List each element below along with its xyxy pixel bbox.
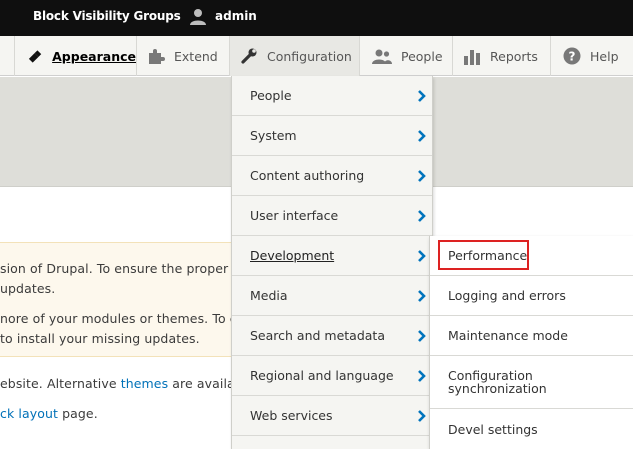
- chevron-right-icon: [418, 410, 426, 422]
- people-icon: [372, 49, 392, 64]
- submenu-item-label: Devel settings: [448, 421, 538, 437]
- submenu-item-label: Maintenance mode: [448, 328, 568, 343]
- tab-configuration-label: Configuration: [267, 48, 352, 64]
- tab-appearance-label: Appearance: [52, 48, 136, 64]
- message-line-1: sion of Drupal. To ensure the proper: [0, 261, 229, 276]
- tab-extend[interactable]: Extend: [136, 36, 229, 76]
- menu-item-label: Regional and language: [250, 368, 394, 383]
- puzzle-icon: [149, 49, 165, 64]
- chevron-right-icon: [418, 330, 426, 342]
- tab-people[interactable]: People: [359, 36, 452, 76]
- chevron-right-icon: [418, 250, 426, 262]
- user-name: admin: [215, 9, 257, 23]
- message-line-3: nore of your modules or themes. To e: [0, 311, 238, 326]
- tab-reports-label: Reports: [490, 48, 538, 64]
- chevron-right-icon: [418, 290, 426, 302]
- block-visibility-groups-link[interactable]: Block Visibility Groups: [33, 9, 181, 23]
- development-submenu: Performance Logging and errors Maintenan…: [429, 236, 633, 449]
- tab-people-label: People: [401, 48, 443, 64]
- menu-item-label: Search and metadata: [250, 328, 385, 343]
- admin-tray: Appearance Extend Configuration People R…: [0, 36, 633, 76]
- wrench-icon: [241, 48, 257, 64]
- tab-reports[interactable]: Reports: [452, 36, 550, 76]
- menu-item-regional-and-language[interactable]: Regional and language: [232, 356, 432, 396]
- svg-text:?: ?: [569, 50, 576, 64]
- menu-item-search-and-metadata[interactable]: Search and metadata: [232, 316, 432, 356]
- menu-item-label: User interface: [250, 208, 339, 223]
- tab-help-label: Help: [590, 48, 619, 64]
- submenu-item-label: Performance: [448, 248, 528, 263]
- menu-item-user-interface[interactable]: User interface: [232, 196, 432, 236]
- menu-item-people[interactable]: People: [232, 76, 432, 116]
- themes-link[interactable]: themes: [121, 376, 169, 391]
- submenu-item-devel-settings[interactable]: Devel settings: [430, 409, 633, 449]
- body-line-2: ck layout page.: [0, 406, 98, 421]
- chevron-right-icon: [418, 130, 426, 142]
- submenu-item-configuration-synchronization[interactable]: Configuration synchronization: [430, 356, 633, 409]
- user-menu[interactable]: admin: [189, 7, 257, 25]
- menu-item-development[interactable]: Development: [232, 236, 432, 276]
- chevron-right-icon: [418, 170, 426, 182]
- chevron-right-icon: [418, 370, 426, 382]
- menu-item-label: Media: [250, 288, 288, 303]
- menu-item-content-authoring[interactable]: Content authoring: [232, 156, 432, 196]
- user-icon: [190, 9, 206, 25]
- tab-extend-label: Extend: [174, 48, 218, 64]
- body-line-1: ebsite. Alternative themes are availab: [0, 376, 243, 391]
- menu-item-label: Development: [250, 248, 335, 263]
- menu-item-media[interactable]: Media: [232, 276, 432, 316]
- menu-item-web-services[interactable]: Web services: [232, 396, 432, 436]
- body-line-1-prefix: ebsite. Alternative: [0, 376, 121, 391]
- top-toolbar: Block Visibility Groups admin: [0, 0, 633, 36]
- question-icon: ?: [563, 47, 581, 65]
- chevron-right-icon: [418, 210, 426, 222]
- tab-appearance[interactable]: Appearance: [14, 36, 136, 76]
- menu-item-label: System: [250, 128, 297, 143]
- message-line-2: updates.: [0, 281, 56, 296]
- menu-item-system[interactable]: System: [232, 116, 432, 156]
- tab-configuration[interactable]: Configuration: [229, 36, 359, 76]
- submenu-item-maintenance-mode[interactable]: Maintenance mode: [430, 316, 633, 356]
- tab-help[interactable]: ? Help: [550, 36, 633, 76]
- message-line-4: to install your missing updates.: [0, 331, 200, 346]
- configuration-menu: People System Content authoring User int…: [231, 76, 433, 449]
- chevron-right-icon: [418, 90, 426, 102]
- body-line-2-suffix: page.: [58, 406, 98, 421]
- submenu-item-label: Configuration synchronization: [448, 368, 547, 396]
- submenu-item-performance[interactable]: Performance: [430, 236, 633, 276]
- menu-item-label: Content authoring: [250, 168, 365, 183]
- block-layout-link[interactable]: ck layout: [0, 406, 58, 421]
- bar-chart-icon: [464, 49, 480, 65]
- brush-icon: [28, 49, 42, 63]
- menu-item-label: Web services: [250, 408, 333, 423]
- submenu-item-logging-and-errors[interactable]: Logging and errors: [430, 276, 633, 316]
- menu-item-label: People: [250, 88, 292, 103]
- submenu-item-label: Logging and errors: [448, 288, 566, 303]
